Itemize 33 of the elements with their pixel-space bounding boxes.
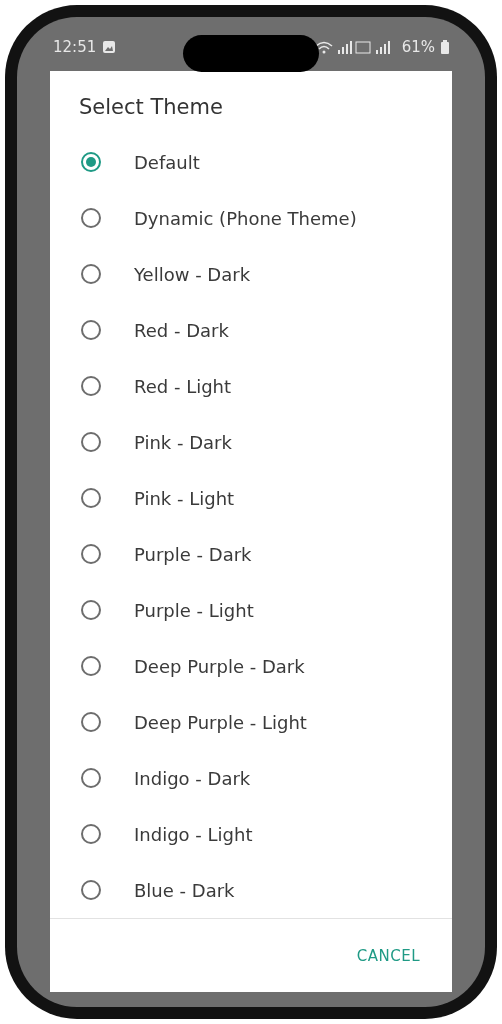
option-label[interactable]: Red - Dark <box>134 319 229 341</box>
radio-button[interactable] <box>81 208 101 228</box>
option-label[interactable]: Deep Purple - Dark <box>134 655 305 677</box>
option-label[interactable]: Deep Purple - Light <box>134 711 307 733</box>
radio-button[interactable] <box>81 656 101 676</box>
radio-button[interactable] <box>81 320 101 340</box>
radio-button[interactable] <box>81 376 101 396</box>
option-label[interactable]: Red - Light <box>134 375 232 397</box>
radio-button[interactable] <box>81 152 101 172</box>
radio-button[interactable] <box>81 488 101 508</box>
radio-button[interactable] <box>81 544 101 564</box>
radio-button[interactable] <box>81 880 101 900</box>
radio-button[interactable] <box>81 712 101 732</box>
radio-button[interactable] <box>81 264 101 284</box>
option-label[interactable]: Yellow - Dark <box>134 263 251 285</box>
option-label[interactable]: Blue - Dark <box>134 879 235 901</box>
option-label[interactable]: Indigo - Light <box>134 823 253 845</box>
battery-icon <box>441 40 449 54</box>
radio-button[interactable] <box>81 824 101 844</box>
dialog-title: Select Theme <box>78 94 224 121</box>
option-label[interactable]: Default <box>134 151 200 173</box>
option-label[interactable]: Purple - Light <box>134 599 254 621</box>
radio-button[interactable] <box>81 432 101 452</box>
radio-button[interactable] <box>81 768 101 788</box>
option-label[interactable]: Indigo - Dark <box>134 767 251 789</box>
status-time: 12:51 <box>53 38 97 56</box>
option-label[interactable]: Dynamic (Phone Theme) <box>134 207 357 229</box>
option-label[interactable]: Purple - Dark <box>134 543 252 565</box>
option-label[interactable]: Pink - Dark <box>134 431 232 453</box>
radio-button[interactable] <box>81 600 101 620</box>
battery-percent: 61% <box>401 38 435 56</box>
option-label[interactable]: Pink - Light <box>134 487 235 509</box>
image-icon <box>102 40 117 54</box>
